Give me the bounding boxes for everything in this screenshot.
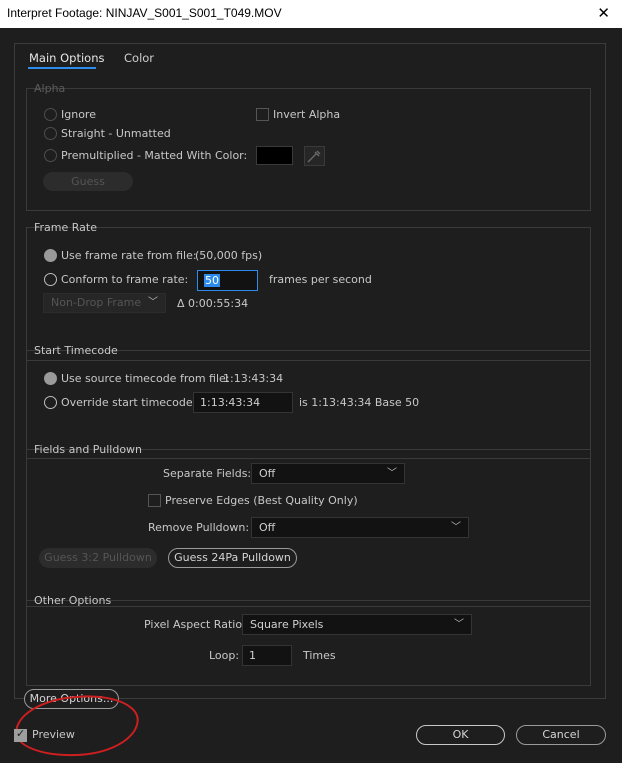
guess-32-pulldown-button[interactable]: Guess 3:2 Pulldown	[39, 548, 157, 568]
remove-pulldown-select[interactable]: Off ﹀	[251, 517, 469, 538]
conform-frame-rate-input[interactable]: 50	[197, 270, 258, 291]
source-timecode-value: 1:13:43:34	[223, 372, 284, 385]
duration-readout: Δ 0:00:55:34	[177, 297, 249, 310]
override-timecode-label: Override start timecode:	[61, 396, 197, 409]
preview-checkbox[interactable]	[14, 727, 27, 742]
use-source-timecode-label: Use source timecode from file:	[61, 372, 230, 385]
chevron-down-icon: ﹀	[387, 468, 397, 479]
alpha-straight-label: Straight - Unmatted	[61, 127, 171, 140]
conform-frame-rate-value: 50	[204, 274, 220, 287]
frame-rate-label: Frame Rate	[34, 221, 97, 234]
chevron-down-icon: ﹀	[451, 522, 461, 533]
separate-fields-value: Off	[259, 467, 276, 480]
chevron-down-icon: ﹀	[454, 619, 464, 630]
separate-fields-select[interactable]: Off ﹀	[251, 463, 405, 484]
preview-label: Preview	[32, 728, 75, 741]
preserve-edges-label: Preserve Edges (Best Quality Only)	[165, 494, 358, 507]
use-source-timecode-radio[interactable]	[44, 372, 57, 385]
guess-alpha-button[interactable]: Guess	[43, 172, 133, 191]
alpha-premultiplied-radio[interactable]	[44, 149, 57, 162]
alpha-straight-radio[interactable]	[44, 127, 57, 140]
drop-frame-value: Non-Drop Frame	[51, 296, 142, 309]
ok-button[interactable]: OK	[416, 725, 505, 745]
eyedropper-icon[interactable]	[304, 146, 325, 166]
alpha-premultiplied-label: Premultiplied - Matted With Color:	[61, 149, 248, 162]
override-timecode-input[interactable]: 1:13:43:34	[193, 392, 293, 413]
guess-24pa-pulldown-button[interactable]: Guess 24Pa Pulldown	[168, 548, 297, 568]
cancel-button[interactable]: Cancel	[516, 725, 606, 745]
drop-frame-select[interactable]: Non-Drop Frame ﹀	[43, 293, 166, 313]
window-title: Interpret Footage: NINJAV_S001_S001_T049…	[7, 6, 282, 20]
pixel-aspect-ratio-select[interactable]: Square Pixels ﹀	[242, 614, 472, 635]
pixel-aspect-ratio-value: Square Pixels	[250, 618, 324, 631]
alpha-label: Alpha	[34, 82, 66, 95]
use-file-frame-rate-label: Use frame rate from file:	[61, 249, 197, 262]
chevron-down-icon: ﹀	[148, 297, 158, 308]
close-icon[interactable]: ✕	[597, 4, 610, 22]
tab-active-indicator	[28, 67, 96, 69]
loop-input[interactable]: 1	[242, 645, 292, 666]
separate-fields-label: Separate Fields:	[163, 467, 252, 480]
pixel-aspect-ratio-label: Pixel Aspect Ratio:	[144, 618, 246, 631]
matte-color-swatch[interactable]	[256, 146, 293, 165]
remove-pulldown-value: Off	[259, 521, 276, 534]
start-timecode-label: Start Timecode	[34, 344, 118, 357]
file-frame-rate-value: (50,000 fps)	[195, 249, 263, 262]
other-options-label: Other Options	[34, 594, 112, 607]
remove-pulldown-label: Remove Pulldown:	[148, 521, 250, 534]
title-bar: Interpret Footage: NINJAV_S001_S001_T049…	[0, 0, 622, 28]
conform-frame-rate-radio[interactable]	[44, 273, 57, 286]
tab-color[interactable]: Color	[124, 51, 154, 65]
invert-alpha-label: Invert Alpha	[273, 108, 341, 121]
other-options-group	[26, 600, 591, 686]
preserve-edges-checkbox[interactable]	[148, 494, 161, 507]
conform-frame-rate-label: Conform to frame rate:	[61, 273, 189, 286]
loop-label: Loop:	[209, 649, 240, 662]
tab-main-options[interactable]: Main Options	[29, 51, 104, 65]
loop-times-label: Times	[303, 649, 336, 662]
timecode-base-readout: is 1:13:43:34 Base 50	[299, 396, 420, 409]
use-file-frame-rate-radio[interactable]	[44, 249, 57, 262]
dialog-body: Main Options Color Alpha Ignore Straight…	[0, 28, 622, 763]
alpha-ignore-radio[interactable]	[44, 108, 57, 121]
alpha-ignore-label: Ignore	[61, 108, 96, 121]
fields-pulldown-label: Fields and Pulldown	[34, 443, 143, 456]
invert-alpha-checkbox[interactable]	[256, 108, 269, 121]
override-timecode-radio[interactable]	[44, 396, 57, 409]
fps-unit-label: frames per second	[269, 273, 372, 286]
